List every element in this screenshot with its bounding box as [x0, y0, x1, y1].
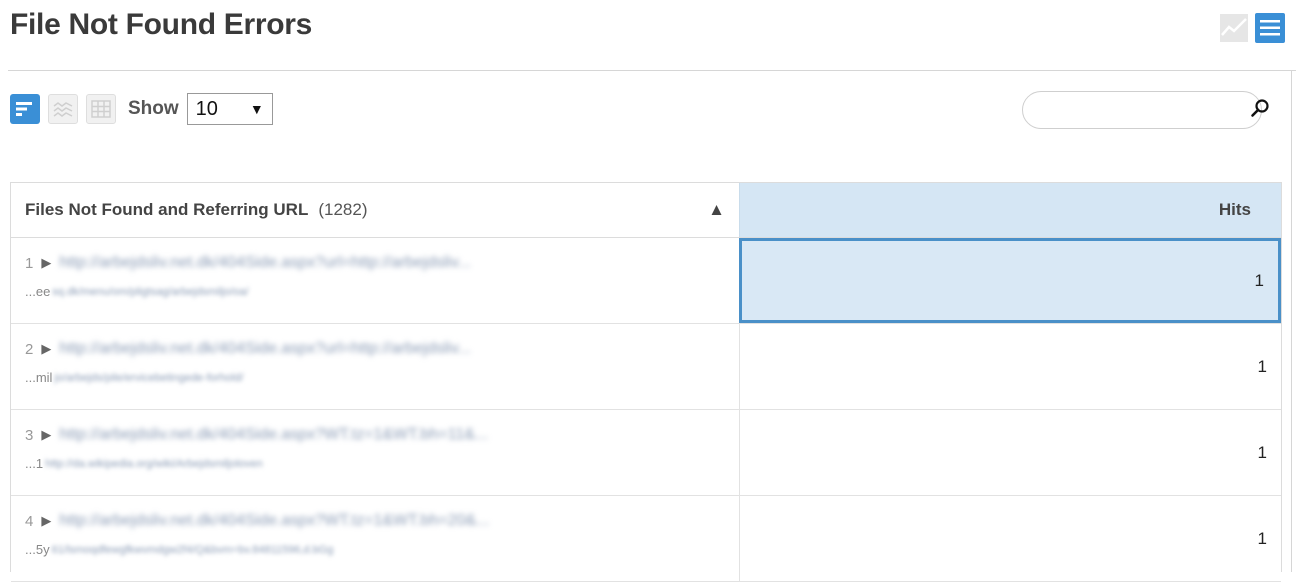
table-row[interactable]: 1 ▶ http://arbejdsliv.net.dk/404Side.asp… [11, 238, 1281, 324]
page-title: File Not Found Errors [10, 8, 313, 41]
row-number: 2 [25, 340, 34, 358]
column-header-files[interactable]: Files Not Found and Referring URL (1282) … [11, 183, 739, 237]
table-grid-icon[interactable] [86, 94, 116, 124]
table-row[interactable]: 3 ▶ http://arbejdsliv.net.dk/404Side.asp… [11, 410, 1281, 496]
column-header-hits[interactable]: Hits [739, 183, 1281, 237]
sort-bars-icon[interactable] [10, 94, 40, 124]
page-size-value: 10 [195, 97, 218, 120]
file-url[interactable]: http://arbejdsliv.net.dk/404Side.aspx?WT… [59, 426, 488, 444]
expand-triangle-icon[interactable]: ▶ [41, 427, 51, 443]
toolbar: Show 10 ▼ [10, 91, 273, 127]
file-cell: 2 ▶ http://arbejdsliv.net.dk/404Side.asp… [11, 324, 739, 409]
column-header-hits-label: Hits [1218, 200, 1251, 219]
referrer-prefix: ...5y [25, 542, 50, 557]
expand-triangle-icon[interactable]: ▶ [41, 513, 51, 529]
file-cell: 1 ▶ http://arbejdsliv.net.dk/404Side.asp… [11, 238, 739, 323]
referrer-url[interactable]: jo/arbejds/pile/ervicebetingede-forhold/ [54, 372, 243, 384]
column-header-files-count: (1282) [318, 200, 368, 219]
expand-triangle-icon[interactable]: ▶ [41, 255, 51, 271]
search-box[interactable] [1022, 91, 1269, 129]
hits-cell[interactable]: 1 [739, 324, 1281, 409]
search-icon[interactable] [1250, 98, 1270, 123]
hits-cell[interactable]: 1 [739, 496, 1281, 581]
referrer-url[interactable]: 61/lsmoqdfewgfkwvmdgw2f4/Q&bvm=bv.848115… [52, 544, 334, 556]
hits-cell[interactable]: 1 [739, 410, 1281, 495]
row-number: 1 [25, 254, 34, 272]
referrer-prefix: ...mil [25, 370, 53, 385]
panel-border [1291, 70, 1292, 572]
referrer-url[interactable]: sq.dk/menu/om/pligtsag/arbejdsmiljo/oa/ [52, 286, 248, 298]
referrer-url[interactable]: http://da.wikipedia.org/wiki/Arbejdsmilj… [45, 458, 263, 470]
header-divider [8, 70, 1296, 71]
table-header: Files Not Found and Referring URL (1282) … [11, 183, 1281, 238]
line-chart-icon[interactable] [1218, 12, 1250, 44]
referrer-prefix: ...ee [25, 284, 51, 299]
file-cell: 4 ▶ http://arbejdsliv.net.dk/404Side.asp… [11, 496, 739, 581]
data-table: Files Not Found and Referring URL (1282) … [10, 182, 1282, 582]
table-row[interactable]: 2 ▶ http://arbejdsliv.net.dk/404Side.asp… [11, 324, 1281, 410]
show-label: Show [128, 98, 179, 119]
page-size-select[interactable]: 10 ▼ [186, 93, 273, 125]
search-input[interactable] [1039, 100, 1250, 120]
row-number: 4 [25, 512, 34, 530]
file-url[interactable]: http://arbejdsliv.net.dk/404Side.aspx?ur… [59, 254, 471, 272]
list-view-icon[interactable] [1254, 12, 1286, 44]
area-chart-icon[interactable] [48, 94, 78, 124]
column-header-files-label: Files Not Found and Referring URL [25, 200, 309, 219]
referrer-prefix: ...1 [25, 456, 44, 471]
sort-ascending-icon[interactable]: ▲ [708, 200, 725, 220]
file-cell: 3 ▶ http://arbejdsliv.net.dk/404Side.asp… [11, 410, 739, 495]
expand-triangle-icon[interactable]: ▶ [41, 341, 51, 357]
file-url[interactable]: http://arbejdsliv.net.dk/404Side.aspx?WT… [59, 512, 489, 530]
file-url[interactable]: http://arbejdsliv.net.dk/404Side.aspx?ur… [59, 340, 471, 358]
row-number: 3 [25, 426, 34, 444]
hits-cell[interactable]: 1 [739, 238, 1281, 323]
view-switcher [1218, 12, 1286, 44]
dropdown-arrow-icon: ▼ [249, 101, 264, 117]
table-row[interactable]: 4 ▶ http://arbejdsliv.net.dk/404Side.asp… [11, 496, 1281, 582]
